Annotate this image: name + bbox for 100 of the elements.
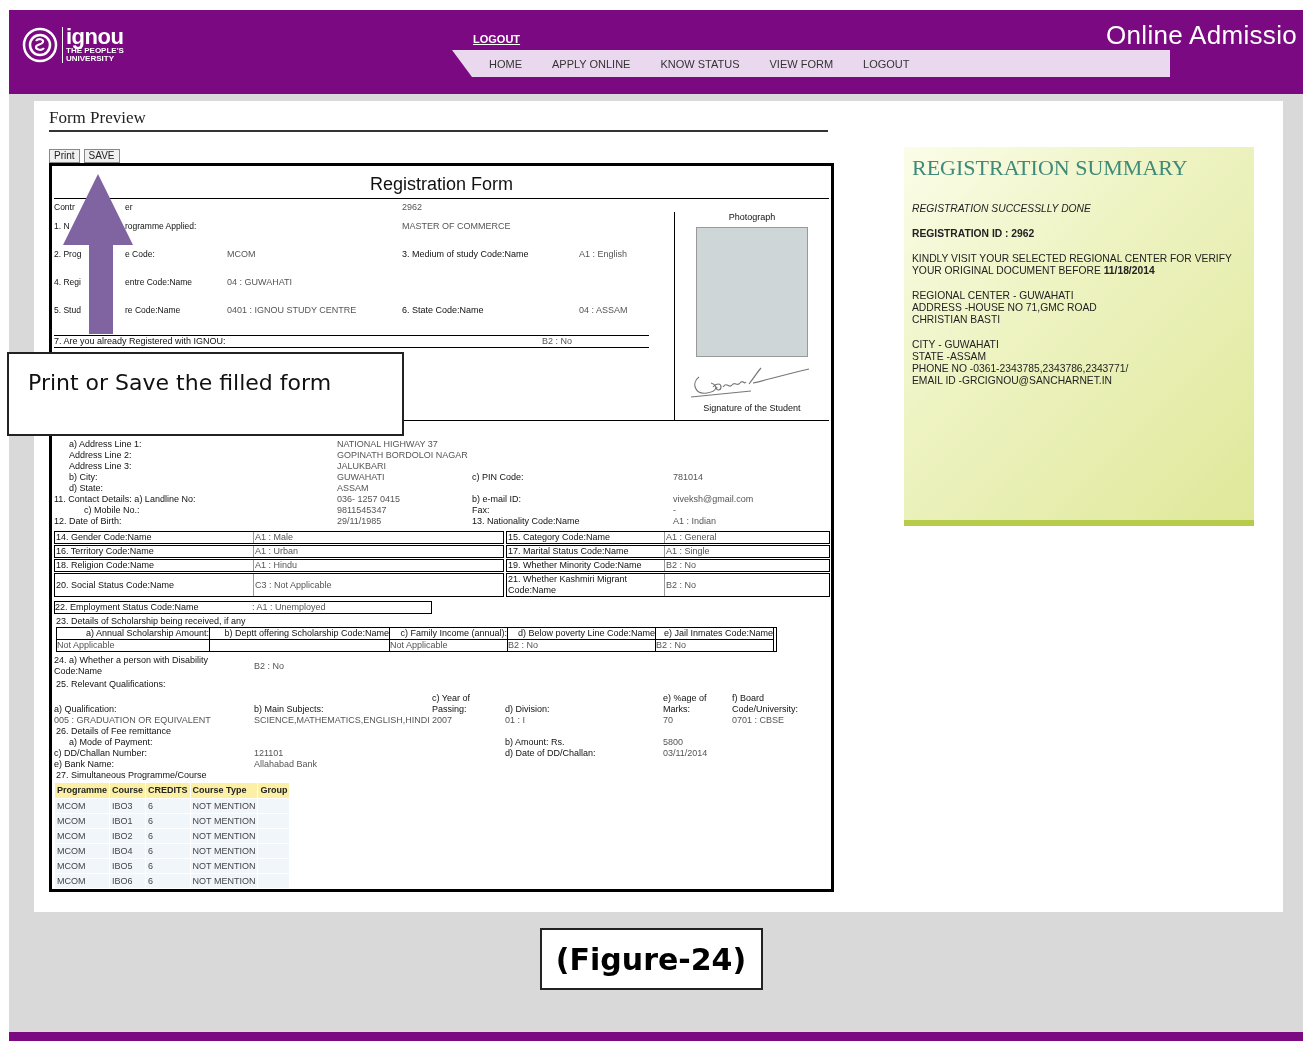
field-value: A1 : Male bbox=[253, 532, 503, 543]
field-value: 121101 bbox=[254, 748, 285, 759]
field-value: B2 : No bbox=[254, 660, 285, 672]
field-value: A1 : General bbox=[664, 532, 829, 543]
section-heading: 23. Details of Scholarship being received, if any bbox=[55, 616, 247, 627]
field-value: : A1 : Unemployed bbox=[252, 602, 327, 613]
field-label: b) Amount: Rs. bbox=[505, 737, 566, 748]
field-value: Not Applicable bbox=[57, 640, 210, 651]
contact-line: ADDRESS -HOUSE NO 71,GMC ROAD bbox=[912, 302, 1098, 314]
column-header: b) Deptt offering Scholarship Code:Name bbox=[210, 628, 390, 640]
field-label: c) Mobile No.: bbox=[83, 505, 141, 516]
field-value: 5800 bbox=[663, 737, 685, 748]
form-button[interactable]: SAVE bbox=[83, 149, 120, 163]
field-label: entre Code:Name bbox=[125, 277, 194, 288]
table-cell: 6 bbox=[146, 874, 190, 888]
field-value: B2 : No bbox=[508, 640, 656, 651]
table-cell: MCOM bbox=[55, 814, 110, 828]
field-label: Address Line 3: bbox=[68, 461, 133, 472]
field-value: 0701 : CBSE bbox=[732, 715, 786, 726]
field-label: d) State: bbox=[68, 483, 105, 494]
field-label: a) Address Line 1: bbox=[68, 439, 143, 450]
field-value: JALUKBARI bbox=[337, 461, 388, 472]
field-value: B2 : No bbox=[656, 640, 774, 651]
column-header: Group bbox=[258, 783, 290, 798]
field-label: a) Qualification: bbox=[54, 704, 118, 715]
column-header: c) Family Income (annual): bbox=[390, 628, 508, 640]
summary-title: REGISTRATION SUMMARY bbox=[912, 155, 1189, 181]
field-value: A1 : Indian bbox=[673, 516, 718, 527]
nav-link[interactable]: KNOW STATUS bbox=[660, 57, 740, 70]
table-cell: IBO2 bbox=[110, 829, 146, 843]
column-header: d) Below poverty Line Code:Name bbox=[508, 628, 656, 640]
field-label: b) e-mail ID: bbox=[472, 494, 522, 505]
column-header: a) Annual Scholarship Amount: bbox=[57, 628, 210, 640]
field-label: b) City: bbox=[68, 472, 99, 483]
contact-line: PHONE NO -0361-2343785,2343786,2343771/ bbox=[912, 363, 1130, 375]
field-label: 22. Employment Status Code:Name bbox=[55, 602, 200, 613]
field-value: - bbox=[673, 505, 677, 516]
field-value: ASSAM bbox=[337, 483, 370, 494]
field-value: 01 : I bbox=[505, 715, 526, 726]
table-cell: MCOM bbox=[55, 844, 110, 858]
table-cell: IBO4 bbox=[110, 844, 146, 858]
field-label: 14. Gender Code:Name bbox=[55, 532, 153, 543]
table-cell: IBO5 bbox=[110, 859, 146, 873]
table-cell: MCOM bbox=[55, 799, 110, 813]
callout-note: Print or Save the filled form bbox=[7, 352, 404, 436]
field-value: B2 : No bbox=[664, 574, 829, 596]
field-value: GOPINATH BORDOLOI NAGAR bbox=[337, 450, 469, 461]
field-label: 21. Whether Kashmiri Migrant Code:Name bbox=[507, 574, 629, 596]
field-value: A1 : Hindu bbox=[253, 560, 503, 571]
instruction-text: KINDLY VISIT YOUR SELECTED REGIONAL CENTER FOR VERIFY YOUR ORIGINAL DOCUMENT BEFORE 11/18/2014 bbox=[912, 253, 1233, 277]
table-cell: NOT MENTION bbox=[190, 844, 258, 858]
field-label: d) Date of DD/Challan: bbox=[505, 748, 597, 759]
field-label: er bbox=[125, 202, 134, 213]
field-label: 19. Whether Minority Code:Name bbox=[507, 560, 643, 571]
column-header: Programme bbox=[55, 783, 110, 798]
field-value: 04 : ASSAM bbox=[579, 305, 629, 316]
field-label: 15. Category Code:Name bbox=[507, 532, 612, 543]
field-label: 1. N bbox=[54, 221, 70, 232]
field-value: Allahabad Bank bbox=[254, 759, 319, 770]
logout-link[interactable]: LOGOUT bbox=[473, 33, 521, 45]
field-value: 03/11/2014 bbox=[663, 748, 709, 759]
field-label: Address Line 2: bbox=[68, 450, 133, 461]
field-value: NATIONAL HIGHWAY 37 bbox=[337, 439, 439, 450]
field-label: 13. Nationality Code:Name bbox=[472, 516, 581, 527]
field-value: A1 : Urban bbox=[253, 546, 503, 557]
nav-link[interactable]: APPLY ONLINE bbox=[552, 57, 631, 70]
field-value: 2962 bbox=[402, 202, 424, 213]
field-value: 036- 1257 0415 bbox=[337, 494, 402, 505]
photo-label: Photograph bbox=[728, 212, 776, 223]
table-cell: MCOM bbox=[55, 829, 110, 843]
instruction-text: REGISTRATION ID : 2962 bbox=[912, 228, 1036, 240]
logo-wordmark: ignou bbox=[66, 27, 124, 47]
contact-line: CITY - GUWAHATI bbox=[912, 339, 1000, 351]
table-cell: NOT MENTION bbox=[190, 859, 258, 873]
field-value: 29/11/1985 bbox=[337, 516, 383, 527]
table-cell: 6 bbox=[146, 814, 190, 828]
page-heading: Form Preview bbox=[49, 108, 828, 132]
nav-link[interactable]: HOME bbox=[489, 57, 522, 70]
contact-line: STATE -ASSAM bbox=[912, 351, 987, 363]
contact-line: CHRISTIAN BASTI bbox=[912, 314, 1002, 326]
contact-line: EMAIL ID -GRCIGNOU@SANCHARNET.IN bbox=[912, 375, 1113, 387]
form-button[interactable]: Print bbox=[49, 149, 80, 163]
field-label: e Code: bbox=[125, 249, 156, 260]
section-heading: 25. Relevant Qualifications: bbox=[55, 679, 167, 690]
field-value: Not Applicable bbox=[390, 640, 508, 651]
field-value: 005 : GRADUATION OR EQUIVALENT bbox=[54, 715, 212, 726]
field-label: 18. Religion Code:Name bbox=[55, 560, 156, 571]
nav-link[interactable]: VIEW FORM bbox=[769, 57, 834, 70]
table-cell: IBO6 bbox=[110, 874, 146, 888]
column-header: Course bbox=[110, 783, 146, 798]
field-label: Contr bbox=[54, 202, 75, 213]
field-value: 9811545347 bbox=[337, 505, 388, 516]
field-label: 24. a) Whether a person with Disability Code:Name bbox=[54, 655, 210, 677]
logo-icon bbox=[22, 27, 58, 63]
field-value: MCOM bbox=[227, 249, 257, 260]
table-cell: NOT MENTION bbox=[190, 874, 258, 888]
column-header: e) Jail Inmates Code:Name bbox=[656, 628, 774, 640]
section-heading: 26. Details of Fee remittance bbox=[55, 726, 173, 737]
field-value: SCIENCE,MATHEMATICS,ENGLISH,HINDI bbox=[254, 715, 431, 726]
nav-link[interactable]: LOGOUT bbox=[863, 57, 910, 70]
